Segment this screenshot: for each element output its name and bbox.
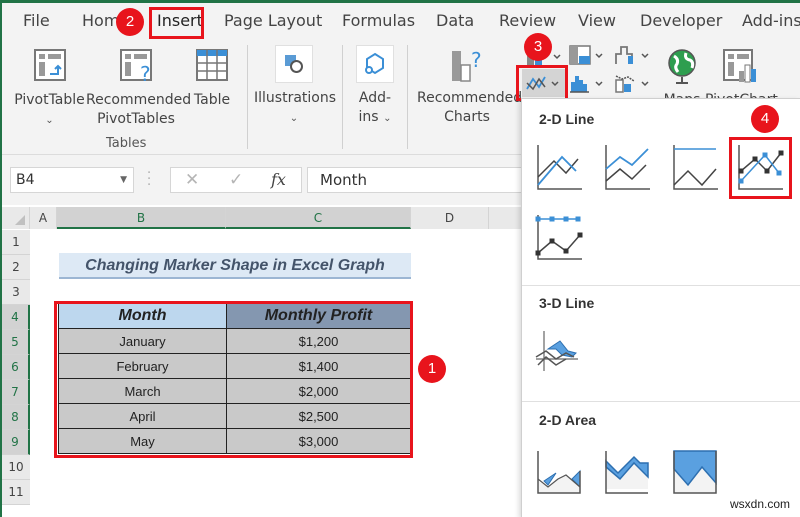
pivotchart-icon [723, 49, 756, 83]
combo-chart-button[interactable] [614, 72, 658, 94]
100-stacked-line-chart-option[interactable] [670, 141, 722, 193]
row-header-2[interactable]: 2 [2, 255, 30, 280]
section-2d-line: 2-D Line [539, 111, 595, 127]
stacked-line-with-markers-chart-option[interactable] [534, 211, 586, 263]
tab-view[interactable]: View [578, 11, 616, 30]
row-header-5[interactable]: 5 [2, 330, 30, 355]
select-all-button[interactable] [2, 207, 30, 229]
row-header-7[interactable]: 7 [2, 380, 30, 405]
hierarchy-chart-icon [569, 45, 603, 65]
line-chart-highlight [516, 65, 568, 101]
100-stacked-area-chart-option[interactable] [670, 445, 722, 497]
row-header-3[interactable]: 3 [2, 280, 30, 305]
name-box[interactable]: B4 ▼ [10, 167, 134, 193]
section-divider [522, 401, 800, 402]
step-badge-2: 2 [116, 8, 144, 36]
chevron-down-icon: ⌄ [45, 115, 54, 126]
3d-line-chart-option[interactable] [534, 327, 586, 379]
add-ins-icon [356, 45, 394, 83]
line-icon [537, 145, 582, 190]
row-header-1[interactable]: 1 [2, 230, 30, 255]
svg-text:?: ? [471, 48, 482, 72]
statistic-chart-icon [570, 76, 603, 93]
step-badge-3: 3 [524, 33, 552, 61]
recommended-pivottables-button[interactable]: ? Recommended PivotTables [86, 47, 191, 129]
step-badge-1: 1 [418, 355, 446, 383]
splitter-handle[interactable]: · · · [147, 167, 151, 192]
svg-text:?: ? [140, 62, 151, 83]
row-header-11[interactable]: 11 [2, 480, 30, 505]
illustrations-button[interactable]: Illustrations ⌄ [254, 45, 336, 128]
tab-page-layout[interactable]: Page Layout [224, 11, 322, 30]
watermark: wsxdn.com [730, 497, 791, 511]
tab-add-ins[interactable]: Add-ins [742, 11, 800, 30]
dropdown-arrow-icon: ▼ [120, 175, 127, 185]
enter-icon[interactable]: ✓ [229, 170, 243, 190]
recommended-charts-button[interactable]: ? Recommended Charts [417, 47, 522, 127]
tab-review[interactable]: Review [499, 11, 556, 30]
3d-line-icon [535, 331, 578, 371]
waterfall-chart-icon [615, 46, 649, 64]
column-header-c[interactable]: C [226, 207, 411, 229]
row-header-10[interactable]: 10 [2, 455, 30, 480]
100-stacked-line-icon [673, 145, 718, 190]
tab-file[interactable]: File [23, 11, 50, 30]
insert-tab-highlight [149, 7, 204, 39]
hierarchy-chart-button[interactable] [569, 44, 613, 66]
add-ins-button[interactable]: Add- ins ⌄ [352, 45, 398, 128]
section-divider [522, 285, 800, 286]
combo-chart-icon [615, 75, 649, 93]
line-chart-gallery: 2-D Line 4 3-D Line 2-D Area [521, 98, 800, 517]
column-header-a[interactable]: A [30, 207, 57, 229]
chevron-down-icon: ⌄ [383, 113, 392, 124]
table-button[interactable]: Table [192, 47, 232, 110]
tables-group-label: Tables [106, 136, 147, 151]
recommended-pivottables-icon: ? [120, 49, 152, 83]
pivottable-icon [33, 49, 66, 81]
sheet-title[interactable]: Changing Marker Shape in Excel Graph [59, 253, 411, 279]
chevron-down-icon: ⌄ [289, 113, 299, 124]
stacked-line-icon [605, 145, 650, 190]
tab-data[interactable]: Data [436, 11, 474, 30]
line-with-markers-highlight [729, 137, 792, 199]
stacked-line-chart-option[interactable] [602, 141, 654, 193]
waterfall-chart-button[interactable] [614, 44, 658, 66]
row-header-4[interactable]: 4 [2, 305, 30, 330]
cancel-icon[interactable]: ✕ [185, 170, 199, 190]
column-header-d[interactable]: D [411, 207, 489, 229]
illustrations-icon [275, 45, 313, 83]
insert-function-icon[interactable]: fx [271, 170, 286, 189]
ribbon-separator [342, 45, 343, 149]
row-header-8[interactable]: 8 [2, 405, 30, 430]
line-chart-option[interactable] [534, 141, 586, 193]
recommended-charts-icon: ? [452, 48, 482, 82]
step-badge-4: 4 [751, 105, 779, 133]
row-header-9[interactable]: 9 [2, 430, 30, 455]
formula-buttons: ✕ ✓ fx [170, 167, 302, 193]
row-header-6[interactable]: 6 [2, 355, 30, 380]
stacked-area-chart-option[interactable] [602, 445, 654, 497]
table-icon [196, 49, 228, 81]
column-header-b[interactable]: B [57, 207, 226, 229]
100-stacked-area-icon [673, 450, 717, 494]
area-chart-option[interactable] [534, 445, 586, 497]
data-range-highlight [54, 301, 413, 458]
tab-developer[interactable]: Developer [640, 11, 722, 30]
section-3d-line: 3-D Line [539, 295, 595, 311]
ribbon-separator [247, 45, 248, 149]
globe-icon [668, 49, 696, 84]
tab-formulas[interactable]: Formulas [342, 11, 415, 30]
pivottable-button[interactable]: PivotTable ⌄ [12, 47, 87, 130]
section-2d-area: 2-D Area [539, 412, 597, 428]
ribbon-separator [407, 45, 408, 149]
stacked-area-icon [605, 451, 649, 494]
statistic-chart-button[interactable] [569, 72, 613, 94]
area-icon [537, 451, 581, 494]
stacked-line-with-markers-icon [535, 215, 583, 260]
